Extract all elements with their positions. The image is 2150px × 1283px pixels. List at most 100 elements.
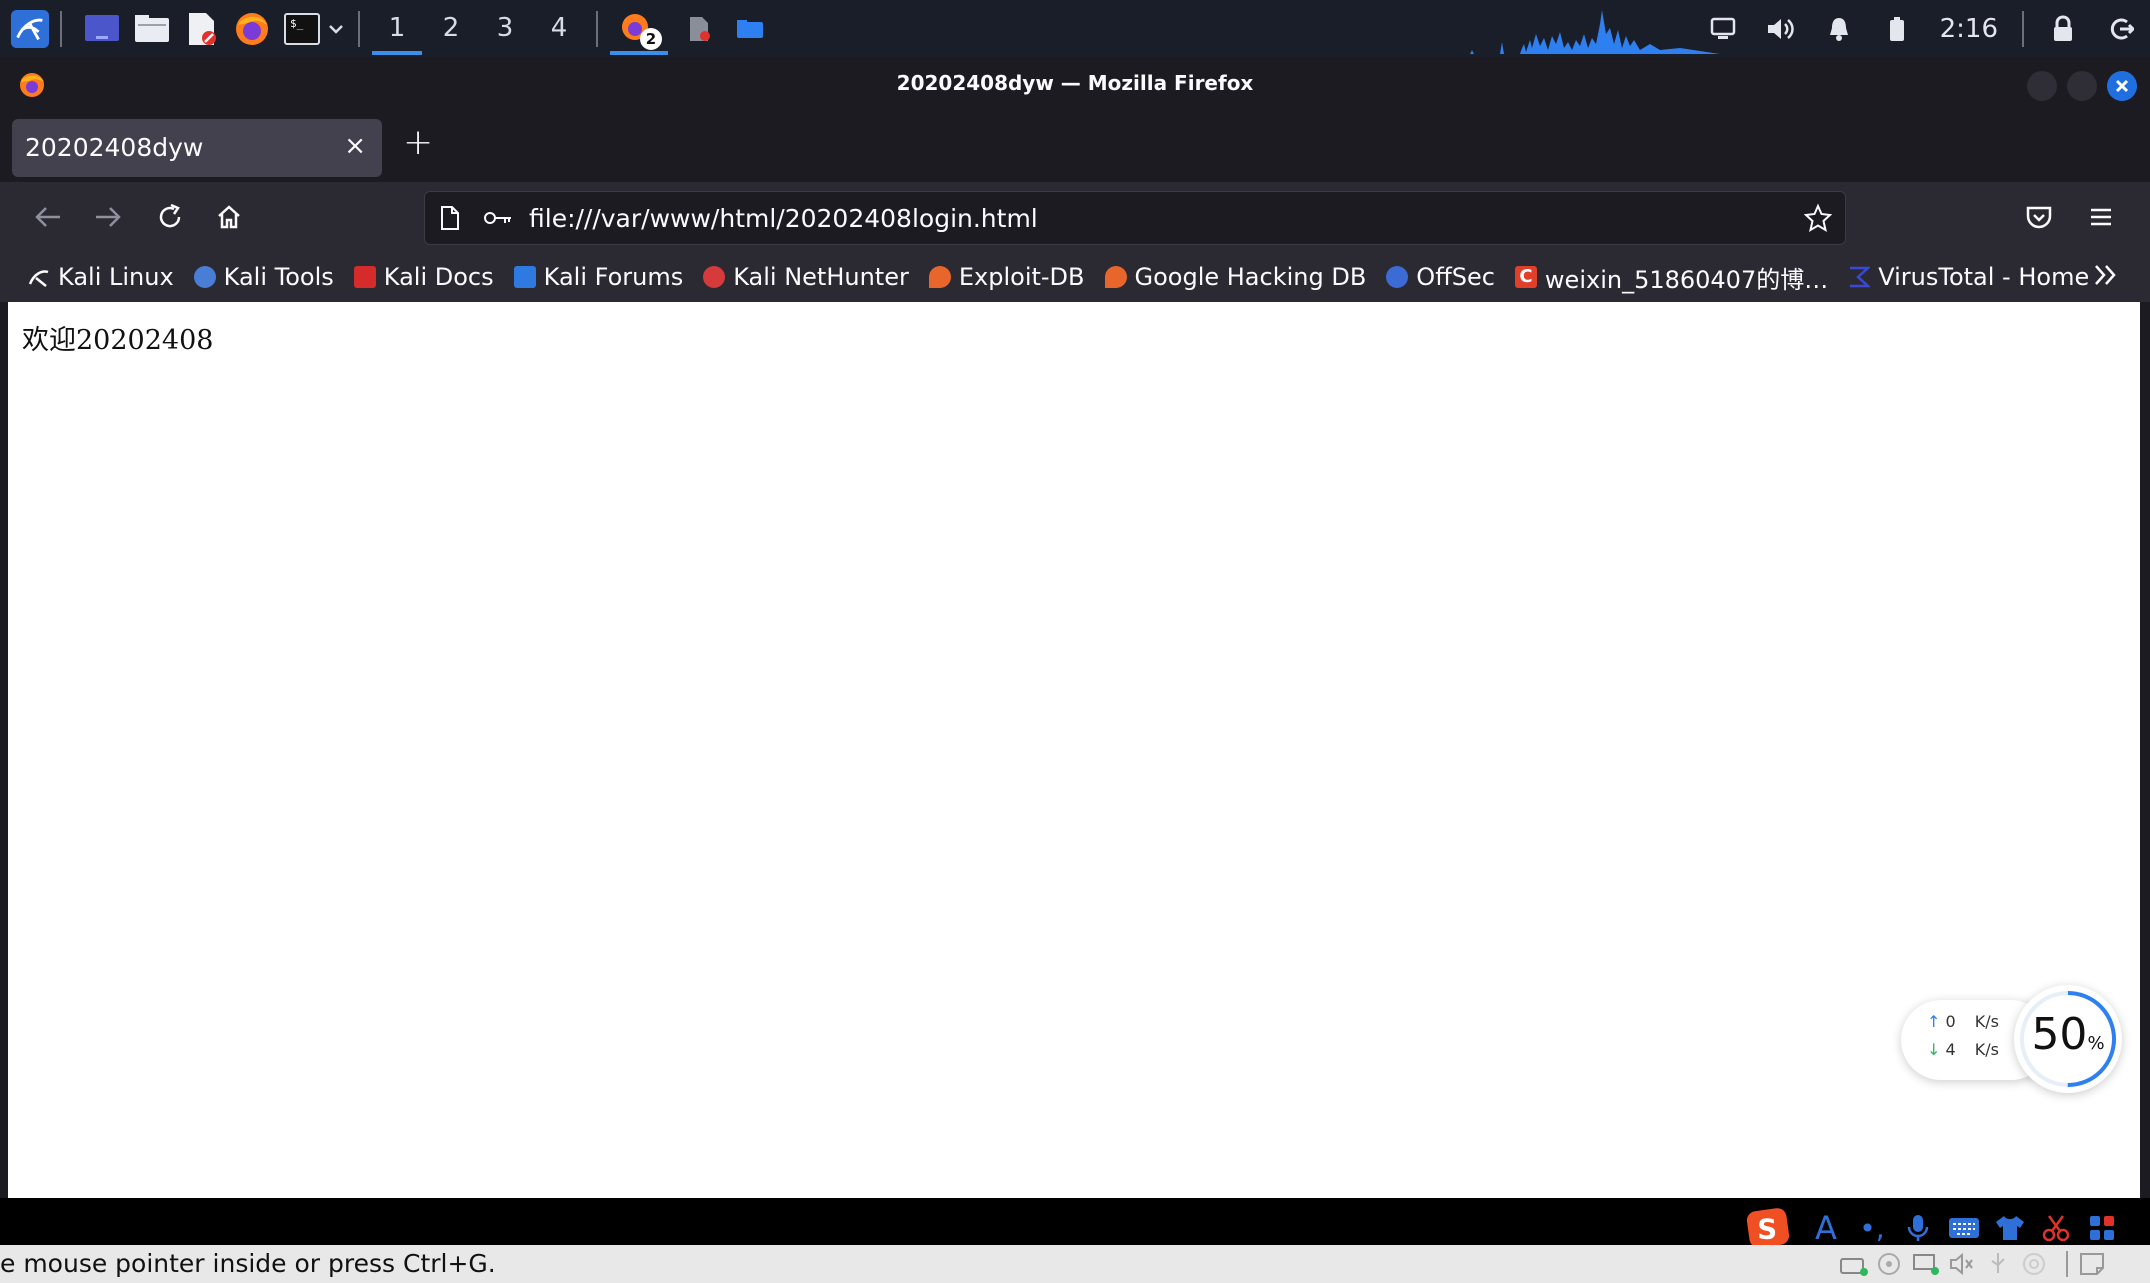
- maximize-button[interactable]: [2067, 71, 2097, 101]
- workspace-2[interactable]: 2: [424, 0, 478, 57]
- back-button[interactable]: [26, 195, 70, 239]
- bookmark-offsec[interactable]: OffSec: [1386, 263, 1495, 291]
- tab-active[interactable]: 20202408dyw ×: [12, 119, 382, 177]
- chevron-down-icon[interactable]: [324, 9, 348, 49]
- gauge-label: 50%: [2014, 1009, 2122, 1060]
- taskbar-separator: [596, 10, 598, 47]
- notification-bell-icon[interactable]: [1810, 0, 1868, 57]
- reload-button[interactable]: [148, 195, 192, 239]
- network-adapter-icon[interactable]: [1910, 1251, 1940, 1277]
- bookmark-label: Kali NetHunter: [733, 263, 909, 291]
- exploit-db-icon: [928, 266, 951, 288]
- firefox-icon[interactable]: [232, 9, 272, 49]
- double-chevron-right-icon: [2095, 265, 2116, 285]
- upload-value: 0: [1945, 1012, 1956, 1031]
- taskbar-separator: [2022, 10, 2024, 47]
- tab-title: 20202408dyw: [25, 133, 204, 162]
- download-unit: K/s: [1974, 1040, 1999, 1059]
- bookmark-csdn-blog[interactable]: C weixin_51860407的博…: [1514, 260, 1828, 295]
- usb-icon[interactable]: [1984, 1251, 2012, 1277]
- bookmark-kali-nethunter[interactable]: Kali NetHunter: [703, 263, 909, 291]
- cpu-graph-icon: [1460, 10, 1720, 54]
- status-separator: [2066, 1251, 2068, 1277]
- new-tab-button[interactable]: +: [403, 122, 433, 163]
- bookmark-label: Exploit-DB: [958, 263, 1085, 291]
- text-editor-icon[interactable]: [182, 9, 222, 49]
- gauge-percent: 50: [2031, 1009, 2088, 1060]
- volume-icon[interactable]: [1752, 0, 1810, 57]
- hamburger-menu-icon: [2091, 208, 2111, 226]
- url-bar[interactable]: file:///var/www/html/20202408login.html: [424, 191, 1846, 245]
- home-button[interactable]: [207, 195, 251, 239]
- offsec-icon: [1386, 266, 1409, 288]
- bookmark-label: Kali Tools: [223, 263, 334, 291]
- memory-usage-gauge: 50%: [2014, 985, 2122, 1093]
- network-speed-widget[interactable]: ↑ 0 K/s ↓ 4 K/s 50%: [1901, 985, 2122, 1095]
- taskbar-separator: [60, 10, 62, 47]
- kali-menu-icon[interactable]: [10, 9, 50, 49]
- page-icon: [441, 206, 459, 230]
- bookmark-kali-docs[interactable]: Kali Docs: [353, 263, 494, 291]
- kali-forums-icon: [513, 266, 536, 288]
- download-arrow-icon: ↓: [1927, 1040, 1941, 1059]
- app-menu-button[interactable]: [2079, 195, 2123, 239]
- system-tray: 2:16: [1694, 0, 2150, 57]
- vm-status-message: e mouse pointer inside or press Ctrl+G.: [0, 1249, 496, 1278]
- arrow-right-icon: [96, 207, 121, 227]
- desktop-icon[interactable]: [82, 9, 122, 49]
- bookmark-exploit-db[interactable]: Exploit-DB: [928, 263, 1085, 291]
- folder-task-icon[interactable]: [730, 9, 770, 49]
- svg-text:$_: $_: [290, 17, 304, 30]
- editor-task-icon[interactable]: [680, 9, 720, 49]
- bookmarks-toolbar: Kali Linux Kali Tools Kali Docs Kali For…: [0, 252, 2150, 302]
- pocket-button[interactable]: [2017, 195, 2061, 239]
- tab-close-button[interactable]: ×: [344, 131, 366, 161]
- bookmark-google-hacking-db[interactable]: Google Hacking DB: [1104, 263, 1366, 291]
- key-icon[interactable]: [483, 208, 513, 228]
- workspace-1[interactable]: 1: [370, 0, 424, 57]
- bookmark-kali-linux[interactable]: Kali Linux: [28, 263, 174, 291]
- bookmark-kali-tools[interactable]: Kali Tools: [193, 263, 334, 291]
- forward-button[interactable]: [86, 195, 130, 239]
- url-text: file:///var/www/html/20202408login.html: [529, 204, 1038, 233]
- kali-docs-icon: [353, 266, 376, 288]
- shared-folder-icon[interactable]: [2020, 1251, 2048, 1277]
- upload-arrow-icon: ↑: [1927, 1012, 1941, 1031]
- bookmark-star-icon[interactable]: [1803, 203, 1833, 233]
- workspace-4[interactable]: 4: [532, 0, 586, 57]
- window-titlebar: 20202408dyw — Mozilla Firefox: [0, 57, 2150, 112]
- system-taskbar: $_ 1 2 3 4 2 2:16: [0, 0, 2150, 57]
- kali-nethunter-icon: [703, 266, 726, 288]
- csdn-icon: C: [1514, 266, 1537, 288]
- bookmark-label: OffSec: [1416, 263, 1495, 291]
- window-title: 20202408dyw — Mozilla Firefox: [896, 71, 1254, 95]
- lock-screen-icon[interactable]: [2034, 0, 2092, 57]
- file-manager-icon[interactable]: [132, 9, 172, 49]
- clock[interactable]: 2:16: [1940, 14, 1998, 44]
- taskbar-separator: [358, 10, 360, 47]
- tab-strip: 20202408dyw × +: [0, 112, 2150, 182]
- message-log-icon[interactable]: [2078, 1251, 2106, 1277]
- close-window-button[interactable]: [2107, 71, 2137, 101]
- bookmark-virustotal[interactable]: VirusTotal - Home: [1848, 263, 2089, 291]
- page-viewport: 欢迎20202408 ↑ 0 K/s ↓ 4 K/s 50%: [8, 302, 2140, 1198]
- optical-drive-icon[interactable]: [1876, 1251, 1902, 1277]
- logout-icon[interactable]: [2092, 0, 2150, 57]
- virustotal-icon: [1848, 266, 1872, 288]
- gauge-percent-sign: %: [2087, 1033, 2105, 1054]
- workspace-3[interactable]: 3: [478, 0, 532, 57]
- minimize-button[interactable]: [2027, 71, 2057, 101]
- display-icon[interactable]: [1694, 0, 1752, 57]
- battery-icon[interactable]: [1868, 0, 1926, 57]
- terminal-icon[interactable]: $_: [282, 9, 322, 49]
- bookmarks-overflow-button[interactable]: [2090, 262, 2124, 292]
- kali-dragon-icon: [28, 266, 50, 288]
- audio-device-icon[interactable]: [1948, 1251, 1976, 1277]
- reload-icon: [159, 203, 181, 228]
- download-value: 4: [1945, 1040, 1956, 1059]
- ghdb-icon: [1104, 266, 1127, 288]
- bookmark-kali-forums[interactable]: Kali Forums: [513, 263, 683, 291]
- hard-disk-icon[interactable]: [1838, 1251, 1868, 1277]
- firefox-task-button[interactable]: 2: [608, 0, 670, 57]
- bookmark-label: Kali Linux: [58, 263, 174, 291]
